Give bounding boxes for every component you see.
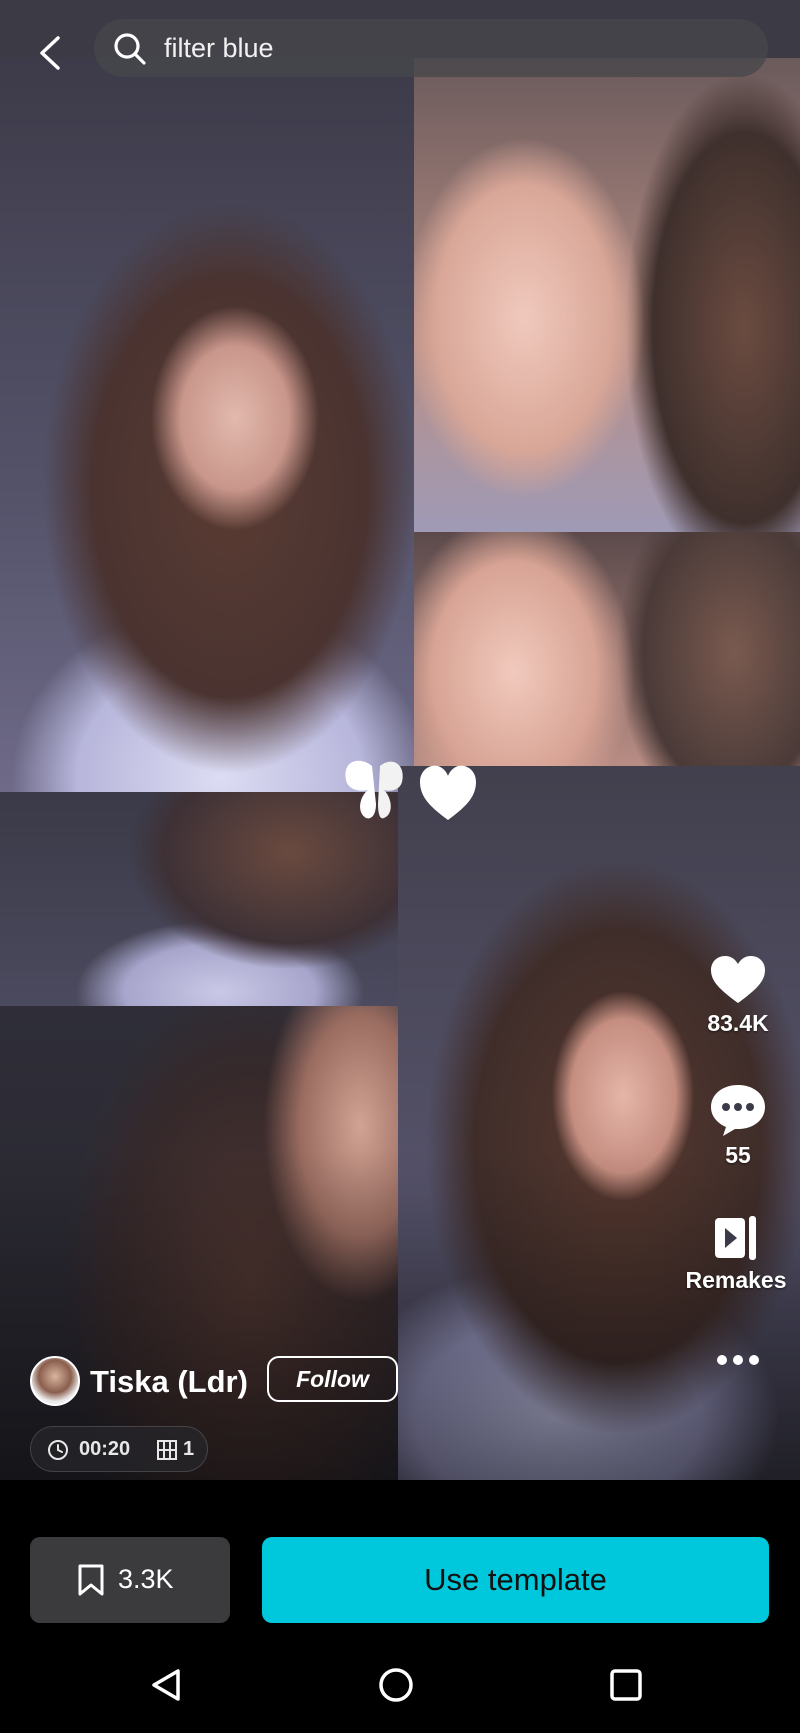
nav-recents-icon[interactable]	[606, 1665, 646, 1705]
collage-photo-closeup-mid-right	[414, 532, 800, 766]
heart-icon	[711, 956, 765, 1003]
save-template-button[interactable]: 3.3K	[30, 1537, 230, 1623]
search-query[interactable]: filter blue	[164, 34, 274, 62]
template-clip-count: 1	[183, 1438, 195, 1460]
like-button[interactable]: 83.4K	[678, 955, 798, 1037]
back-arrow-icon[interactable]	[30, 28, 70, 76]
collage-photo-closeup-top-right	[414, 58, 800, 532]
comment-count: 55	[725, 1142, 751, 1168]
more-icon	[717, 1355, 759, 1365]
template-duration: 00:20	[79, 1438, 131, 1460]
bookmark-icon	[78, 1564, 104, 1596]
remakes-button[interactable]: Remakes	[676, 1214, 796, 1294]
like-count: 83.4K	[707, 1010, 769, 1036]
search-bar[interactable]: filter blue	[94, 19, 768, 77]
follow-button[interactable]: Follow	[267, 1356, 398, 1402]
nav-home-icon[interactable]	[376, 1665, 416, 1705]
collage-photo-portrait-left	[0, 58, 414, 792]
avatar[interactable]	[30, 1356, 80, 1406]
nav-back-icon[interactable]	[146, 1665, 186, 1705]
clock-icon	[48, 1440, 68, 1460]
author-name[interactable]: Tiska (Ldr)	[90, 1364, 248, 1400]
search-icon	[114, 33, 146, 65]
comment-icon	[711, 1085, 765, 1136]
remakes-label: Remakes	[685, 1267, 787, 1293]
butterfly-heart-sticker	[345, 760, 476, 820]
use-template-button[interactable]: Use template	[262, 1537, 769, 1623]
comment-button[interactable]: 55	[678, 1083, 798, 1169]
save-count: 3.3K	[118, 1564, 174, 1594]
system-nav-bar	[0, 1640, 800, 1733]
remake-icon	[715, 1216, 756, 1260]
template-meta-badge: 00:20 1	[30, 1426, 208, 1472]
top-bar: filter blue	[0, 0, 800, 80]
collage-photo-hair-mid-left	[0, 792, 398, 1006]
more-options-button[interactable]	[678, 1352, 798, 1373]
clips-icon	[157, 1440, 177, 1460]
